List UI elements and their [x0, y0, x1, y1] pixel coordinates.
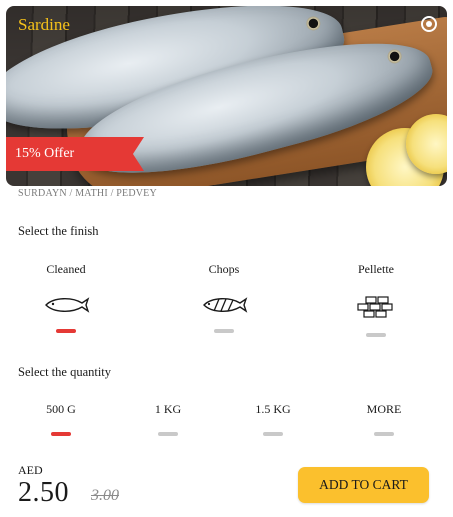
quantity-section-label: Select the quantity — [18, 365, 112, 379]
quantity-option-label: 500 G — [46, 402, 76, 416]
quantity-option-label: 1 KG — [154, 402, 182, 416]
finish-option-chops[interactable]: Chops — [164, 260, 284, 340]
quantity-option-1kg[interactable]: 1 KG — [128, 402, 208, 442]
current-price: 2.50 — [18, 477, 69, 508]
unselected-indicator — [214, 329, 234, 333]
product-title: Sardine — [18, 15, 70, 34]
offer-badge: 15% Offer — [6, 137, 144, 171]
selected-indicator — [56, 329, 76, 333]
selected-indicator — [51, 432, 71, 436]
quantity-option-more[interactable]: MORE — [344, 402, 424, 442]
currency-label: AED — [18, 463, 43, 477]
finish-section-label: Select the finish — [18, 224, 99, 238]
quantity-option-500g[interactable]: 500 G — [21, 402, 101, 442]
quantity-option-1-5kg[interactable]: 1.5 KG — [233, 402, 313, 442]
product-aliases: SURDAYN / MATHI / PEDVEY — [18, 188, 157, 199]
product-image: Sardine 15% Offer — [6, 6, 447, 186]
finish-option-cleaned[interactable]: Cleaned — [6, 260, 126, 340]
whole-fish-icon — [45, 297, 90, 313]
unselected-indicator — [374, 432, 394, 436]
original-price: 3.00 — [91, 487, 119, 504]
finish-option-pellette[interactable]: Pellette — [316, 260, 436, 340]
add-to-cart-button[interactable]: ADD TO CART — [298, 467, 429, 503]
finish-option-label: Cleaned — [46, 262, 86, 276]
fish-chops-icon — [203, 297, 248, 313]
fish-pieces-icon — [357, 296, 393, 318]
unselected-indicator — [366, 333, 386, 337]
quantity-option-label: MORE — [366, 402, 402, 416]
unselected-indicator — [158, 432, 178, 436]
quantity-option-label: 1.5 KG — [255, 402, 291, 416]
radio-icon[interactable] — [421, 16, 437, 32]
finish-option-label: Pellette — [358, 262, 394, 276]
finish-option-label: Chops — [208, 262, 240, 276]
unselected-indicator — [263, 432, 283, 436]
